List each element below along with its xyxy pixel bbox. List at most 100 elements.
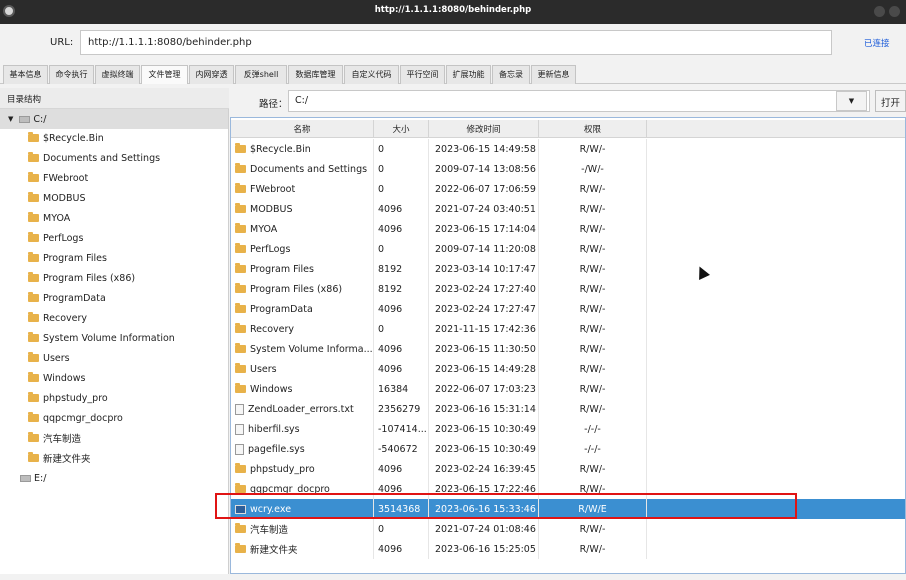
- file-name: MYOA: [250, 223, 278, 235]
- tab-database-manager[interactable]: 数据库管理: [288, 65, 343, 84]
- table-row[interactable]: hiberfil.sys -107414... 2023-06-15 10:30:4…: [231, 419, 905, 439]
- highlight-box: [215, 493, 797, 519]
- tab-basic-info[interactable]: 基本信息: [3, 65, 48, 84]
- table-row[interactable]: Recovery 0 2021-11-15 17:42:36 R/W/-: [231, 319, 905, 339]
- tree-folder[interactable]: MODBUS: [28, 188, 86, 208]
- file-name: FWebroot: [250, 183, 296, 195]
- tree-folder[interactable]: ProgramData: [28, 288, 106, 308]
- tree-folder[interactable]: Program Files: [28, 248, 107, 268]
- table-row[interactable]: ZendLoader_errors.txt 2356279 2023-06-16 1…: [231, 399, 905, 419]
- tab-parallel-space[interactable]: 平行空间: [400, 65, 445, 84]
- folder-icon: [28, 392, 39, 402]
- path-input[interactable]: C:/: [288, 90, 870, 112]
- folder-icon: [28, 272, 39, 282]
- tree-folder[interactable]: 新建文件夹: [28, 448, 91, 468]
- folder-icon: [235, 463, 246, 473]
- url-input[interactable]: http://1.1.1.1:8080/behinder.php: [80, 30, 832, 55]
- column-header-name[interactable]: 名称: [231, 120, 374, 138]
- table-row[interactable]: $Recycle.Bin 0 2023-06-15 14:49:58 R/W/-: [231, 139, 905, 159]
- tree-folder[interactable]: Documents and Settings: [28, 148, 160, 168]
- cell-name: hiberfil.sys: [231, 419, 374, 439]
- tree-root-label: C:/: [33, 113, 47, 125]
- table-row[interactable]: Program Files 8192 2023-03-14 10:17:47 R/W/…: [231, 259, 905, 279]
- cell-permission: R/W/-: [539, 279, 647, 299]
- cell-permission: R/W/-: [539, 139, 647, 159]
- table-row[interactable]: Documents and Settings 0 2009-07-14 13:08:…: [231, 159, 905, 179]
- open-button[interactable]: 打开: [875, 90, 906, 112]
- tree-header: 目录结构: [0, 88, 229, 109]
- column-header-time[interactable]: 修改时间: [429, 120, 539, 138]
- tree-folder[interactable]: MYOA: [28, 208, 70, 228]
- tree-folder[interactable]: phpstudy_pro: [28, 388, 108, 408]
- tab-extensions[interactable]: 扩展功能: [446, 65, 491, 84]
- cell-permission: R/W/-: [539, 399, 647, 419]
- cell-size: 16384: [374, 379, 429, 399]
- column-header-size[interactable]: 大小: [374, 120, 429, 138]
- table-row[interactable]: Users 4096 2023-06-15 14:49:28 R/W/-: [231, 359, 905, 379]
- tree-folder[interactable]: Recovery: [28, 308, 87, 328]
- tree-folder[interactable]: Windows: [28, 368, 85, 388]
- tree-folder[interactable]: PerfLogs: [28, 228, 83, 248]
- tree-folder-label: Documents and Settings: [43, 152, 161, 164]
- tab-file-manager[interactable]: 文件管理: [141, 65, 188, 84]
- tree-folder[interactable]: $Recycle.Bin: [28, 128, 104, 148]
- tree-folder-label: phpstudy_pro: [43, 392, 108, 404]
- tree-folder-label: 汽车制造: [43, 434, 82, 445]
- file-name: PerfLogs: [250, 243, 291, 255]
- tree-folder[interactable]: Users: [28, 348, 70, 368]
- tab-intranet-tunnel[interactable]: 内网穿透: [189, 65, 234, 84]
- expand-arrow-icon[interactable]: ▼: [8, 115, 13, 123]
- table-row[interactable]: Program Files (x86) 8192 2023-02-24 17:27:…: [231, 279, 905, 299]
- tab-memo[interactable]: 备忘录: [492, 65, 530, 84]
- tree-drive-e[interactable]: E:/: [20, 468, 46, 488]
- cell-permission: R/W/-: [539, 239, 647, 259]
- tree-folder[interactable]: FWebroot: [28, 168, 88, 188]
- column-header-permission[interactable]: 权限: [539, 120, 647, 138]
- cell-time: 2009-07-14 13:08:56: [429, 159, 539, 179]
- table-row[interactable]: MODBUS 4096 2021-07-24 03:40:51 R/W/-: [231, 199, 905, 219]
- tab-update-info[interactable]: 更新信息: [531, 65, 576, 84]
- folder-icon: [235, 343, 246, 353]
- tree-folder-label: Program Files (x86): [43, 272, 136, 284]
- cell-time: 2023-06-15 17:14:04: [429, 219, 539, 239]
- folder-icon: [28, 312, 39, 322]
- tree-folder-label: MODBUS: [43, 192, 86, 204]
- table-row[interactable]: Windows 16384 2022-06-07 17:03:23 R/W/-: [231, 379, 905, 399]
- path-dropdown-button[interactable]: ▼: [836, 91, 867, 111]
- file-name: ZendLoader_errors.txt: [248, 403, 354, 415]
- table-row[interactable]: ProgramData 4096 2023-02-24 17:27:47 R/W/-: [231, 299, 905, 319]
- cell-name: MYOA: [231, 219, 374, 239]
- table-row[interactable]: 新建文件夹 4096 2023-06-16 15:25:05 R/W/-: [231, 539, 905, 559]
- table-row[interactable]: System Volume Informa... 4096 2023-06-15 1…: [231, 339, 905, 359]
- file-name: Recovery: [250, 323, 295, 335]
- tab-reverse-shell[interactable]: 反弹shell: [235, 65, 287, 84]
- table-row[interactable]: pagefile.sys -540672 2023-06-15 10:30:49 -/…: [231, 439, 905, 459]
- table-row[interactable]: phpstudy_pro 4096 2023-02-24 16:39:45 R/W/-: [231, 459, 905, 479]
- folder-icon: [28, 152, 39, 162]
- cell-size: 0: [374, 239, 429, 259]
- table-row[interactable]: FWebroot 0 2022-06-07 17:06:59 R/W/-: [231, 179, 905, 199]
- tab-virtual-terminal[interactable]: 虚拟终端: [95, 65, 140, 84]
- tree-folder[interactable]: Program Files (x86): [28, 268, 135, 288]
- tab-command-exec[interactable]: 命令执行: [49, 65, 94, 84]
- folder-icon: [235, 243, 246, 253]
- folder-icon: [28, 412, 39, 422]
- table-row[interactable]: PerfLogs 0 2009-07-14 11:20:08 R/W/-: [231, 239, 905, 259]
- url-label: URL:: [50, 37, 74, 48]
- cell-name: PerfLogs: [231, 239, 374, 259]
- close-button[interactable]: [889, 6, 900, 17]
- table-row[interactable]: 汽车制造 0 2021-07-24 01:08:46 R/W/-: [231, 519, 905, 539]
- tree-folder[interactable]: qqpcmgr_docpro: [28, 408, 123, 428]
- cell-permission: R/W/-: [539, 359, 647, 379]
- minimize-button[interactable]: [874, 6, 885, 17]
- tree-folder-label: MYOA: [43, 212, 71, 224]
- cell-time: 2023-06-15 10:30:49: [429, 439, 539, 459]
- tree-root-drive[interactable]: ▼ C:/: [0, 109, 228, 129]
- cell-name: ZendLoader_errors.txt: [231, 399, 374, 419]
- tree-folder[interactable]: System Volume Information: [28, 328, 175, 348]
- folder-icon: [28, 192, 39, 202]
- tree-folder[interactable]: 汽车制造: [28, 428, 81, 448]
- folder-icon: [28, 172, 39, 182]
- table-row[interactable]: MYOA 4096 2023-06-15 17:14:04 R/W/-: [231, 219, 905, 239]
- tab-custom-code[interactable]: 自定义代码: [344, 65, 399, 84]
